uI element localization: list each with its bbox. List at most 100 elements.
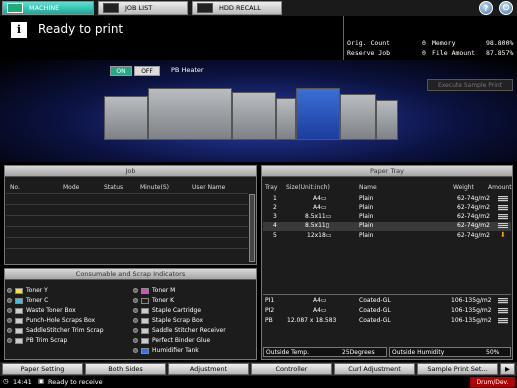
next-page-button[interactable]: ▶ <box>500 363 515 375</box>
orig-count-value: 0 <box>422 39 426 47</box>
power-icon: ⏻ <box>502 3 510 12</box>
paper-empty-warning-icon: ⬇ <box>500 231 506 239</box>
tray-row[interactable]: 5 12x18▭ Plain 62-74g/m2 ⬇ <box>263 232 511 241</box>
job-col-minute: Minute(S) <box>140 184 169 191</box>
job-col-no: No. <box>10 184 20 191</box>
tray-number: PB <box>265 317 273 324</box>
tray-size: 12x18▭ <box>307 232 332 239</box>
job-list-scrollbar[interactable] <box>249 194 255 262</box>
pb-heater-on-label: ON <box>116 67 126 75</box>
status-time: 14:41 <box>13 378 32 386</box>
tray-weight: 62-74g/m2 <box>457 232 490 239</box>
tab-job-list-label: JOB LIST <box>125 4 153 12</box>
nav-label: Adjustment <box>189 365 228 373</box>
status-dot-icon <box>133 328 138 333</box>
consumable-label: Waste Toner Box <box>26 307 76 314</box>
tray-row[interactable]: 4 8.5x11▯ Plain 62-74g/m2 <box>263 222 511 231</box>
orig-count-label: Orig. Count <box>347 39 391 47</box>
pb-heater-on-button[interactable]: ON <box>110 66 132 76</box>
paper-feed-unit[interactable] <box>104 96 148 140</box>
paper-setting-button[interactable]: Paper Setting <box>2 363 83 375</box>
nav-label: Paper Setting <box>20 365 65 373</box>
printer-icon: ▣ <box>38 377 45 385</box>
controller-button[interactable]: Controller <box>251 363 332 375</box>
memory-value: 98.800% <box>486 39 514 47</box>
inserter-unit[interactable] <box>276 98 296 140</box>
tray-size: A4▭ <box>313 307 327 314</box>
sample-print-set-button[interactable]: Sample Print Set... <box>417 363 498 375</box>
pb-heater-off-label: OFF <box>141 67 153 75</box>
output-tray-unit[interactable] <box>376 100 398 140</box>
info-icon: i <box>11 22 27 38</box>
inserter-row[interactable]: PI2 A4▭ Coated-GL 106-135g/m2 <box>263 307 511 316</box>
consumable-label: PB Trim Scrap <box>26 337 68 344</box>
consumable-item: Perfect Binder Glue <box>133 336 210 345</box>
tray-row[interactable]: 3 8.5x11▭ Plain 62-74g/m2 <box>263 213 511 222</box>
memory-label: Memory <box>432 39 456 47</box>
finisher-unit[interactable] <box>340 94 376 140</box>
reserve-job-value: 0 <box>422 49 426 57</box>
pb-heater-off-button[interactable]: OFF <box>134 66 160 76</box>
consumable-label: Humidifier Tank <box>152 347 199 354</box>
tray-number: 1 <box>273 195 277 202</box>
paper-amount-indicator <box>498 318 508 324</box>
chevron-right-icon: ▶ <box>505 365 510 373</box>
perfect-binder-unit[interactable] <box>296 88 340 140</box>
status-dot-icon <box>133 318 138 323</box>
consumable-label: Toner M <box>152 287 176 294</box>
relay-unit[interactable] <box>232 92 276 140</box>
outside-humidity-label: Outside Humidity <box>392 349 445 356</box>
tab-hdd-recall[interactable]: HDD RECALL <box>192 1 282 15</box>
status-dot-icon <box>7 298 12 303</box>
job-list-icon <box>103 3 119 13</box>
tray-paper-name: Plain <box>359 204 374 211</box>
tray-weight: 62-74g/m2 <box>457 195 490 202</box>
toner-k-icon <box>141 297 149 304</box>
tray-row[interactable]: 2 A4▭ Plain 62-74g/m2 <box>263 204 511 213</box>
curl-adjustment-button[interactable]: Curl Adjustment <box>334 363 415 375</box>
binder-glue-icon <box>141 337 149 344</box>
tray-col-tray: Tray <box>265 184 278 191</box>
pb-heater-label: PB Heater <box>171 66 204 74</box>
drum-dev-indicator[interactable]: Drum/Dev. <box>470 377 515 387</box>
tab-job-list[interactable]: JOB LIST <box>98 1 188 15</box>
tab-machine-label: MACHINE <box>29 4 60 12</box>
consumable-item: Toner Y <box>7 286 48 295</box>
tray-weight: 62-74g/m2 <box>457 204 490 211</box>
consumable-label: Perfect Binder Glue <box>152 337 211 344</box>
tray-number: PI2 <box>265 307 275 314</box>
outside-humidity-value: 50% <box>486 349 500 356</box>
tray-size: A4▭ <box>313 297 327 304</box>
status-bar-message: Ready to receive <box>48 378 103 386</box>
job-panel-title: Job <box>5 166 256 177</box>
consumable-label: Punch-Hole Scraps Box <box>26 317 96 324</box>
punch-scrap-icon <box>15 317 23 324</box>
help-button[interactable]: ? <box>479 1 493 15</box>
outside-temp-value: 25Degrees <box>342 349 375 356</box>
consumable-item: PB Trim Scrap <box>7 336 67 345</box>
trim-scrap-icon <box>15 327 23 334</box>
power-button[interactable]: ⏻ <box>499 1 513 15</box>
both-sides-button[interactable]: Both Sides <box>85 363 166 375</box>
inserter-row[interactable]: PB 12.087 x 18.583 Coated-GL 106-135g/m2 <box>263 317 511 326</box>
adjustment-button[interactable]: Adjustment <box>168 363 249 375</box>
paper-tray-title: Paper Tray <box>262 166 512 177</box>
consumable-label: Staple Scrap Box <box>152 317 204 324</box>
pb-trim-scrap-icon <box>15 337 23 344</box>
main-body-unit[interactable] <box>148 88 232 140</box>
outside-temp-box: Outside Temp. 25Degrees <box>263 347 387 357</box>
inserter-row[interactable]: PI1 A4▭ Coated-GL 106-135g/m2 <box>263 297 511 306</box>
execute-sample-print-label: Execute Sample Print <box>437 81 503 89</box>
consumables-title: Consumable and Scrap Indicators <box>5 269 256 280</box>
consumable-item: Saddle Stitcher Receiver <box>133 326 226 335</box>
status-bar: ◷ 14:41 ▣ Ready to receive <box>0 376 517 388</box>
tab-machine[interactable]: MACHINE <box>2 1 94 15</box>
execute-sample-print-button[interactable]: Execute Sample Print <box>427 79 513 91</box>
saddle-receiver-icon <box>141 327 149 334</box>
consumable-label: Toner K <box>152 297 175 304</box>
tray-paper-name: Plain <box>359 232 374 239</box>
tray-row[interactable]: 1 A4▭ Plain 62-74g/m2 <box>263 195 511 204</box>
reserve-job-label: Reserve Job <box>347 49 391 57</box>
tray-paper-name: Coated-GL <box>359 297 391 304</box>
paper-amount-indicator <box>498 298 508 304</box>
